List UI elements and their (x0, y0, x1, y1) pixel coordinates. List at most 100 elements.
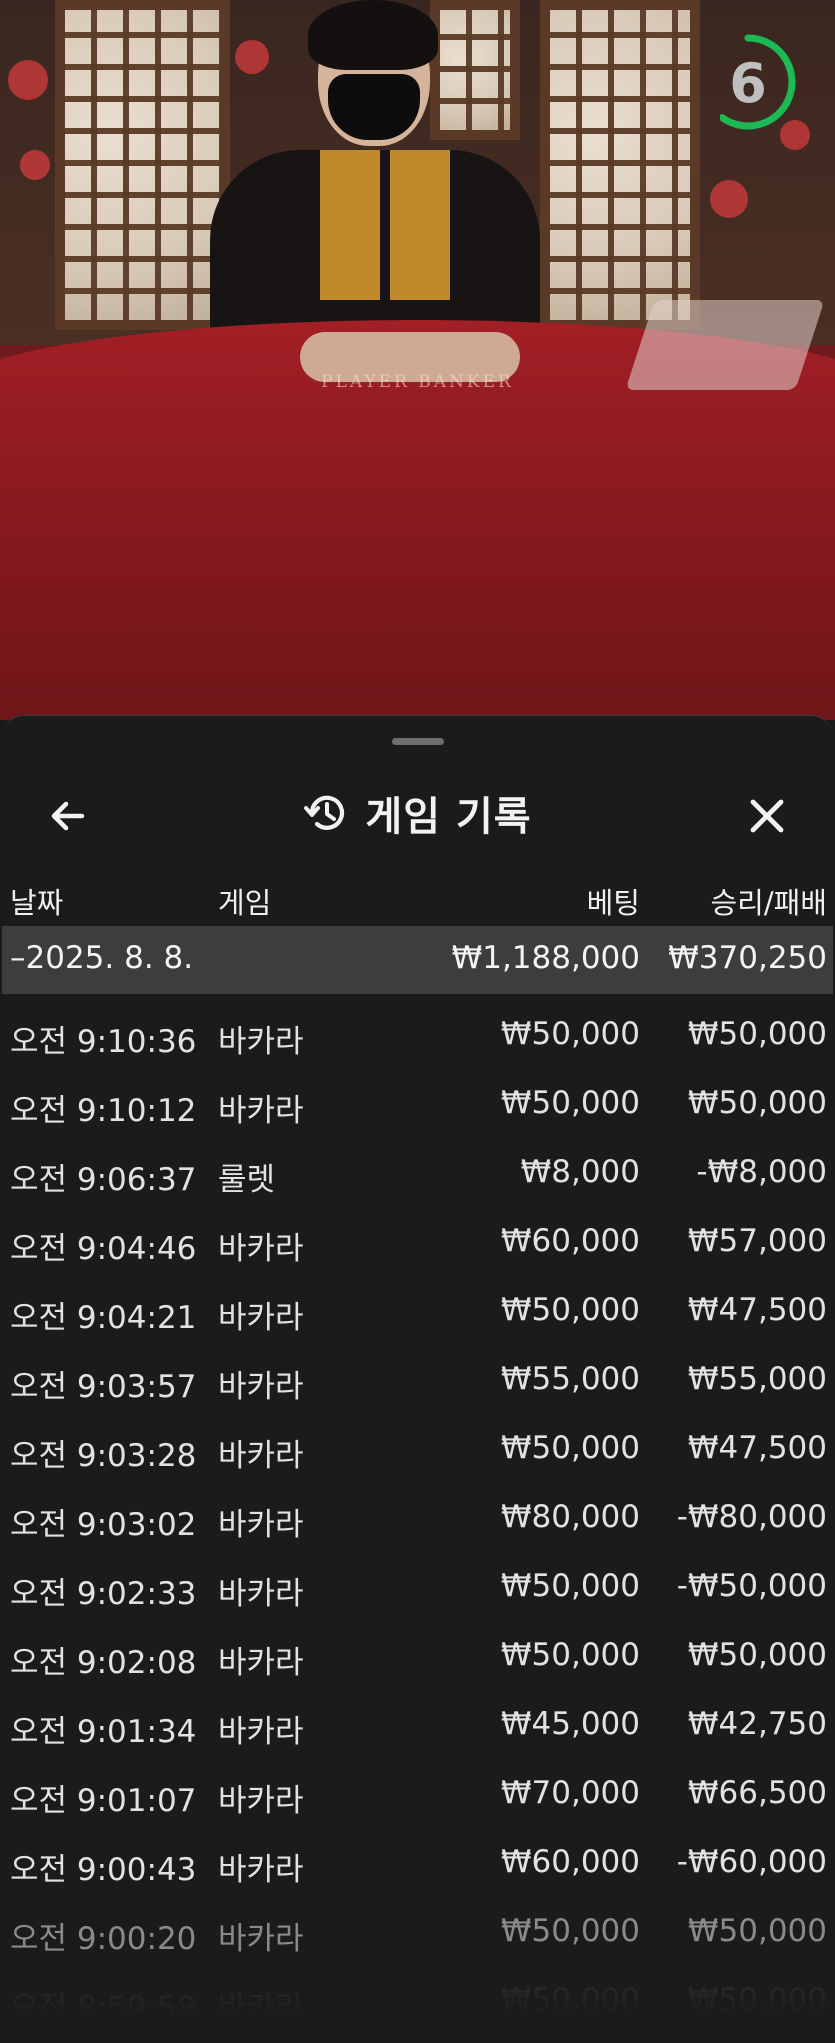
live-dealer-video: PLAYER BANKER 6 (0, 0, 835, 720)
blossom-decoration (8, 60, 48, 100)
history-clock-icon (304, 795, 345, 830)
row-game: 바카라 (218, 1093, 304, 1129)
lattice-screen-right (540, 0, 700, 330)
lattice-screen-center (430, 0, 520, 140)
row-bet: ₩80,000 (500, 1499, 640, 1535)
row-bet: ₩50,000 (500, 1430, 640, 1466)
row-game: 바카라 (218, 1645, 304, 1681)
row-result: ₩47,500 (687, 1292, 827, 1328)
history-row[interactable]: 오전 9:01:07 바카라 ₩70,000 ₩66,500 (2, 1753, 833, 1822)
row-time: 오전 9:03:02 (10, 1507, 197, 1543)
row-result: -₩80,000 (676, 1499, 827, 1535)
history-row[interactable]: 오전 9:02:08 바카라 ₩50,000 ₩50,000 (2, 1615, 833, 1684)
row-game: 바카라 (218, 1438, 304, 1474)
dealer-lapel (320, 150, 380, 300)
row-bet: ₩50,000 (500, 1292, 640, 1328)
row-result: ₩55,000 (687, 1361, 827, 1397)
row-time: 오전 9:04:21 (10, 1300, 197, 1336)
row-time: 오전 9:06:37 (10, 1162, 197, 1198)
row-game: 바카라 (218, 1231, 304, 1267)
row-result: ₩42,750 (687, 1706, 827, 1742)
row-result: -₩50,000 (676, 1568, 827, 1604)
row-game: 바카라 (218, 1714, 304, 1750)
timer-value: 6 (729, 52, 767, 115)
row-game: 바카라 (218, 1024, 304, 1060)
table-header: 날짜 게임 베팅 승리/패배 (2, 866, 833, 926)
row-bet: ₩70,000 (500, 1775, 640, 1811)
date-group-summary-row[interactable]: –2025. 8. 8. ₩1,188,000 ₩370,250 (2, 926, 833, 994)
history-row[interactable]: 오전 9:03:57 바카라 ₩55,000 ₩55,000 (2, 1339, 833, 1408)
row-game: 룰렛 (218, 1162, 276, 1198)
close-button[interactable] (737, 786, 797, 846)
column-header-game: 게임 (218, 886, 272, 920)
row-game: 바카라 (218, 1783, 304, 1819)
summary-result-total: ₩370,250 (668, 940, 827, 976)
row-result: ₩57,000 (687, 1223, 827, 1259)
lattice-screen-left (55, 0, 230, 330)
history-row[interactable]: 오전 9:10:12 바카라 ₩50,000 ₩50,000 (2, 1063, 833, 1132)
column-header-bet: 베팅 (586, 886, 640, 920)
row-time: 오전 9:04:46 (10, 1231, 197, 1267)
row-bet: ₩50,000 (500, 1637, 640, 1673)
summary-bet-total: ₩1,188,000 (451, 940, 640, 976)
history-row[interactable]: 오전 9:00:43 바카라 ₩60,000 -₩60,000 (2, 1822, 833, 1891)
blossom-decoration (235, 40, 269, 74)
row-bet: ₩50,000 (500, 1085, 640, 1121)
row-bet: ₩50,000 (500, 1913, 640, 1949)
row-time: 오전 9:10:12 (10, 1093, 197, 1129)
row-game: 바카라 (218, 1576, 304, 1612)
column-header-result: 승리/패배 (710, 886, 828, 920)
history-row[interactable]: 오전 9:06:37 룰렛 ₩8,000 -₩8,000 (2, 1132, 833, 1201)
row-time: 오전 9:00:43 (10, 1852, 197, 1888)
history-row[interactable]: 오전 9:00:20 바카라 ₩50,000 ₩50,000 (2, 1891, 833, 1960)
history-row[interactable]: 오전 9:01:34 바카라 ₩45,000 ₩42,750 (2, 1684, 833, 1753)
row-bet: ₩50,000 (500, 1016, 640, 1052)
row-game: 바카라 (218, 1507, 304, 1543)
row-result: -₩60,000 (676, 1844, 827, 1880)
list-fade-overlay (2, 1953, 833, 2043)
summary-date: –2025. 8. 8. (10, 940, 194, 976)
row-result: ₩47,500 (687, 1430, 827, 1466)
sheet-title-group: 게임 기록 (2, 783, 833, 843)
history-list: 오전 9:10:36 바카라 ₩50,000 ₩50,000 오전 9:10:12 바카라… (2, 994, 833, 2029)
row-time: 오전 9:02:33 (10, 1576, 197, 1612)
row-result: ₩66,500 (687, 1775, 827, 1811)
row-result: ₩50,000 (687, 1637, 827, 1673)
game-history-sheet: 게임 기록 날짜 게임 베팅 승리/패배 –2025. 8. 8. ₩1,188… (2, 715, 833, 2043)
dealer-mask (328, 74, 420, 140)
column-header-date: 날짜 (10, 886, 64, 920)
row-game: 바카라 (218, 1921, 304, 1957)
page-title: 게임 기록 (365, 794, 532, 840)
row-time: 오전 9:03:28 (10, 1438, 197, 1474)
row-time: 오전 9:00:20 (10, 1921, 197, 1957)
history-row[interactable]: 오전 9:10:36 바카라 ₩50,000 ₩50,000 (2, 994, 833, 1063)
row-bet: ₩60,000 (500, 1223, 640, 1259)
history-row[interactable]: 오전 9:03:28 바카라 ₩50,000 ₩47,500 (2, 1408, 833, 1477)
blossom-decoration (710, 180, 748, 218)
close-icon (750, 799, 784, 833)
row-time: 오전 9:10:36 (10, 1024, 197, 1060)
row-result: -₩8,000 (696, 1154, 827, 1190)
dealer-hair (308, 0, 438, 70)
row-bet: ₩50,000 (500, 1568, 640, 1604)
row-game: 바카라 (218, 1369, 304, 1405)
history-row[interactable]: 오전 9:02:33 바카라 ₩50,000 -₩50,000 (2, 1546, 833, 1615)
row-game: 바카라 (218, 1300, 304, 1336)
row-bet: ₩55,000 (500, 1361, 640, 1397)
row-bet: ₩45,000 (500, 1706, 640, 1742)
row-time: 오전 9:01:07 (10, 1783, 197, 1819)
drag-handle[interactable] (392, 738, 444, 745)
history-row[interactable]: 오전 9:04:21 바카라 ₩50,000 ₩47,500 (2, 1270, 833, 1339)
history-row[interactable]: 오전 9:03:02 바카라 ₩80,000 -₩80,000 (2, 1477, 833, 1546)
row-time: 오전 9:01:34 (10, 1714, 197, 1750)
row-game: 바카라 (218, 1852, 304, 1888)
history-row[interactable]: 오전 9:04:46 바카라 ₩60,000 ₩57,000 (2, 1201, 833, 1270)
row-time: 오전 9:03:57 (10, 1369, 197, 1405)
blossom-decoration (20, 150, 50, 180)
countdown-timer: 6 (718, 30, 806, 140)
table-labels: PLAYER BANKER (321, 372, 514, 392)
dealer-lapel (390, 150, 450, 300)
row-bet: ₩60,000 (500, 1844, 640, 1880)
row-result: ₩50,000 (687, 1016, 827, 1052)
row-time: 오전 9:02:08 (10, 1645, 197, 1681)
